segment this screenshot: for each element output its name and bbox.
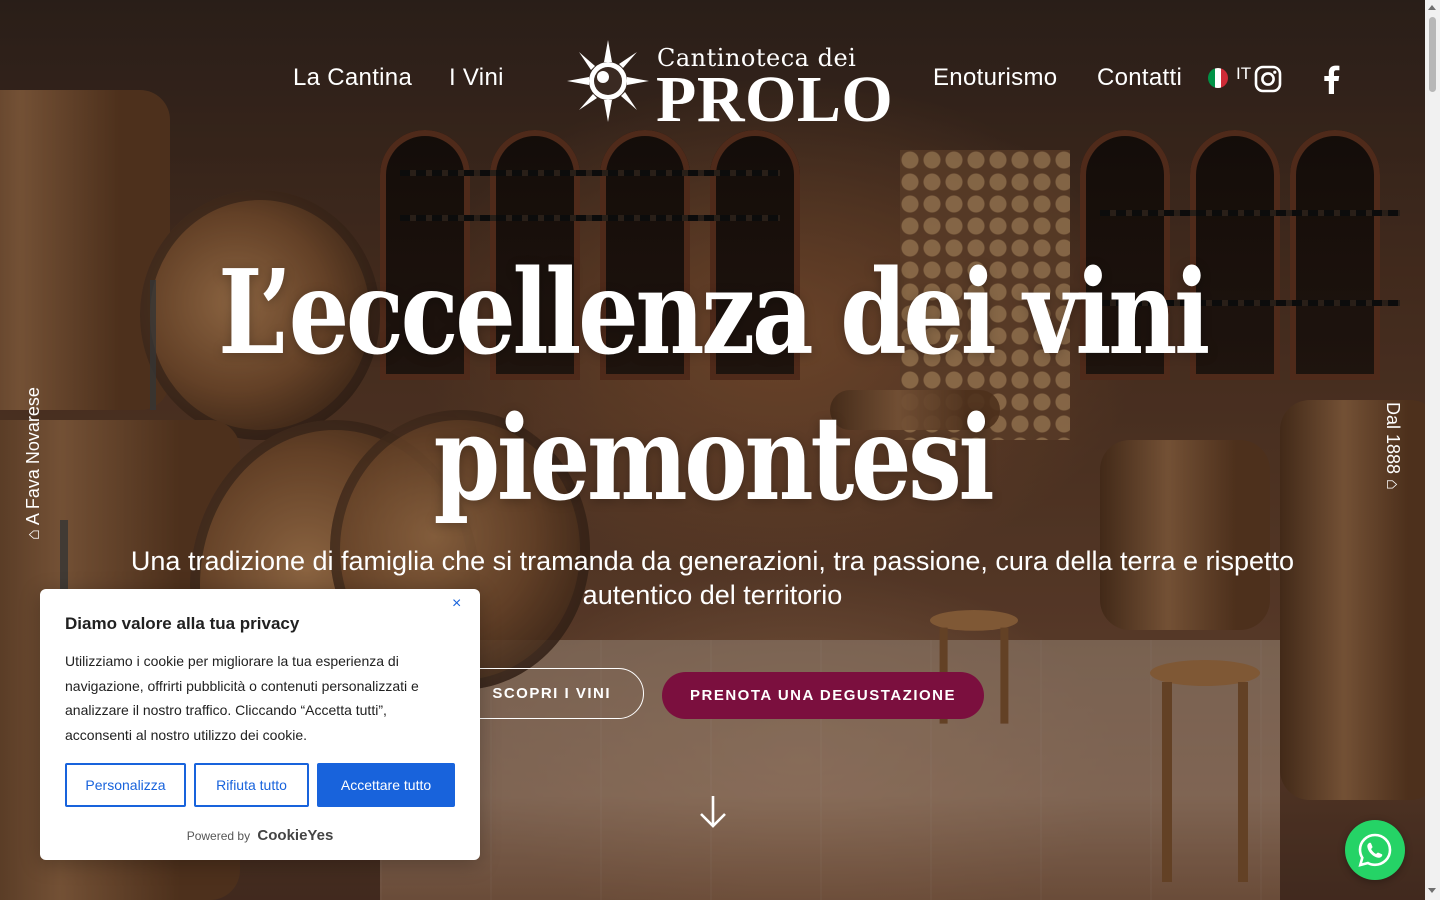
logo-title-big[interactable]: PROLO — [656, 62, 893, 138]
powered-by-label: Powered by — [186, 829, 251, 843]
customize-button[interactable]: Personalizza — [65, 763, 186, 807]
close-icon[interactable]: × — [452, 596, 466, 612]
nav-enoturismo[interactable]: Enoturismo — [933, 64, 1057, 92]
scroll-down-arrow-icon[interactable] — [698, 795, 728, 829]
cookie-description: Utilizziamo i cookie per migliorare la t… — [65, 653, 419, 743]
facebook-icon[interactable] — [1320, 64, 1350, 96]
book-tasting-button[interactable]: PRENOTA UNA DEGUSTAZIONE — [662, 672, 984, 719]
discover-wines-label: SCOPRI I VINI — [492, 685, 611, 702]
cookieyes-logo[interactable]: CookieYes — [257, 827, 333, 844]
italy-flag-icon — [1208, 68, 1228, 88]
language-code: IT — [1236, 64, 1252, 83]
hero-title-line2: piemontesi — [433, 391, 995, 527]
cookie-title: Diamo valore alla tua privacy — [65, 614, 300, 633]
nav-contatti[interactable]: Contatti — [1097, 64, 1182, 92]
page-scrollbar[interactable] — [1425, 0, 1440, 900]
whatsapp-icon[interactable] — [1345, 820, 1405, 880]
cookie-banner: Diamo valore alla tua privacy × Utilizzi… — [40, 589, 480, 860]
scroll-up-arrow-icon[interactable] — [1428, 5, 1436, 10]
side-year-text: Dal 1888 ⌂ — [1383, 402, 1403, 490]
scrollbar-thumb[interactable] — [1429, 17, 1436, 92]
powered-by: Powered by CookieYes — [40, 827, 480, 844]
nav-la-cantina[interactable]: La Cantina — [293, 64, 412, 92]
logo-sun-icon[interactable] — [567, 40, 649, 122]
hero-title: L’eccellenza dei vini piemontesi — [128, 240, 1297, 532]
accept-all-button[interactable]: Accettare tutto — [317, 763, 455, 807]
side-location-text: ⌂ A Fava Novarese — [23, 387, 43, 540]
instagram-icon[interactable] — [1254, 64, 1284, 96]
scroll-down-small-arrow-icon[interactable] — [1428, 888, 1436, 893]
language-selector[interactable]: IT — [1208, 64, 1251, 88]
book-tasting-label: PRENOTA UNA DEGUSTAZIONE — [689, 687, 956, 704]
nav-i-vini[interactable]: I Vini — [449, 64, 504, 92]
reject-all-button[interactable]: Rifiuta tutto — [194, 763, 309, 807]
hero-title-line1: L’eccellenza dei vini — [218, 245, 1210, 381]
